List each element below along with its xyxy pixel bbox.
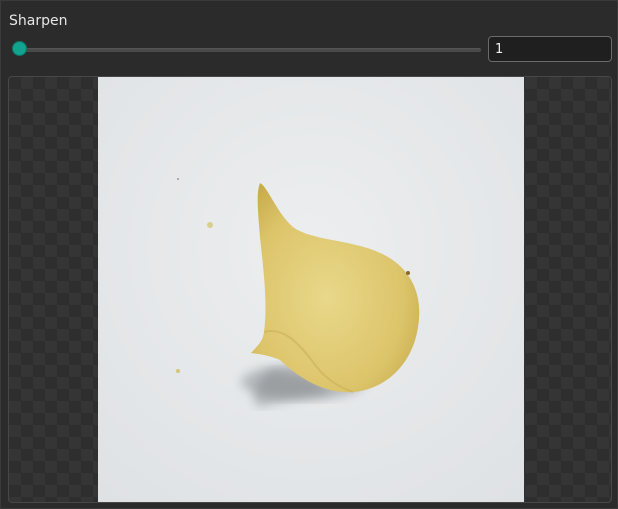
filter-title: Sharpen	[9, 13, 68, 29]
slider-thumb[interactable]	[12, 41, 27, 56]
sharpen-value-input[interactable]	[488, 36, 612, 62]
sharpen-slider[interactable]	[12, 39, 481, 59]
slider-track[interactable]	[19, 48, 481, 52]
image-preview	[8, 76, 612, 503]
sharpen-panel: Sharpen	[0, 0, 618, 509]
potato-chip-photo	[98, 77, 524, 502]
